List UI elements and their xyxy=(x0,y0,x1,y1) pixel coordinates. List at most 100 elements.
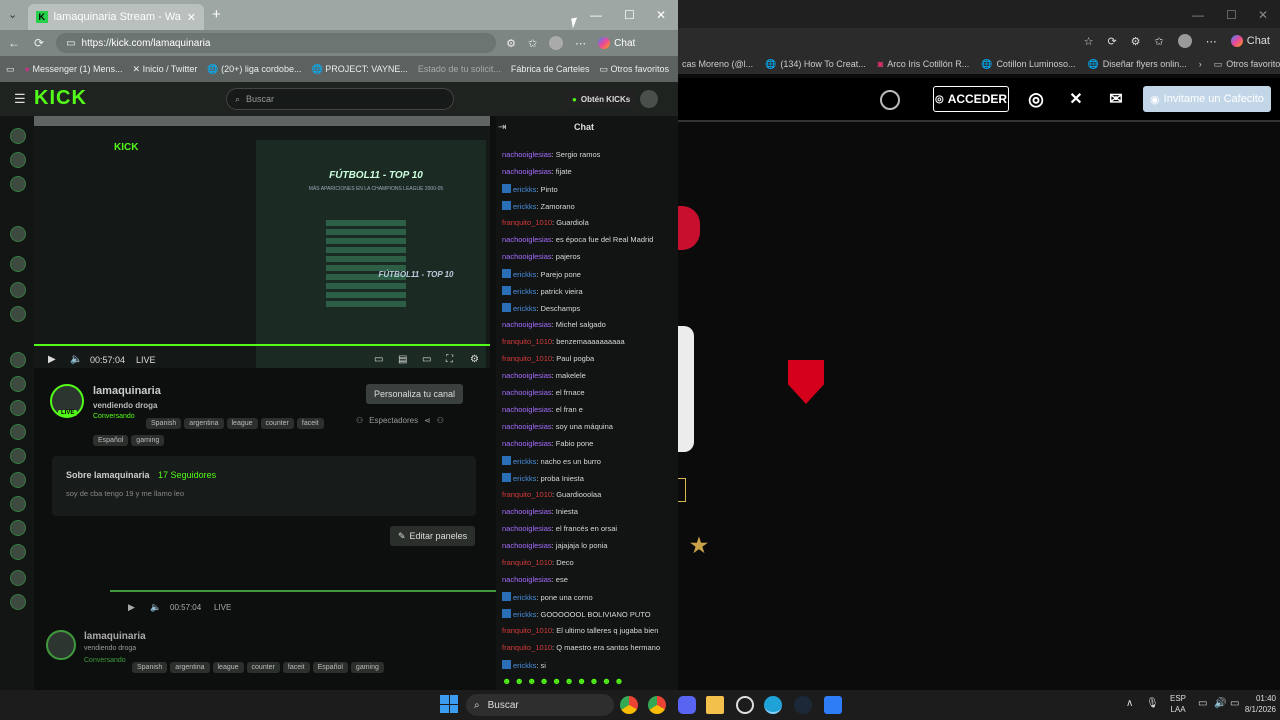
kick-logo[interactable]: KICK xyxy=(34,87,87,110)
sidebar-channel-avatar[interactable] xyxy=(10,448,26,464)
microphone-icon[interactable]: 🎙 xyxy=(1146,698,1159,709)
url-bar[interactable]: ▭ https://kick.com/lamaquinaria xyxy=(56,33,497,53)
language-indicator[interactable]: ESP LAA xyxy=(1170,693,1186,715)
sidebar-channel-avatar[interactable] xyxy=(10,128,26,144)
obs-icon[interactable] xyxy=(736,696,754,714)
profile-avatar[interactable] xyxy=(1177,34,1192,48)
bookmark-item[interactable]: 🌐 Diseñar flyers onlin... xyxy=(1087,59,1186,70)
network-icon[interactable]: ▭ xyxy=(1198,698,1207,709)
chat-username[interactable]: nachooiglesias xyxy=(502,541,552,550)
copilot-chat-button[interactable]: Chat xyxy=(598,37,635,49)
club-crest-icon[interactable] xyxy=(880,90,900,110)
chat-username[interactable]: nachooiglesias xyxy=(502,252,552,261)
bookmark-item[interactable]: ● Messenger (1) Mens... xyxy=(25,64,123,74)
sidebar-channel-avatar[interactable] xyxy=(10,376,26,392)
chat-username[interactable]: erickks xyxy=(513,287,536,296)
chat-username[interactable]: erickks xyxy=(513,270,536,279)
maximize-icon[interactable]: ☐ xyxy=(624,8,635,22)
chat-username[interactable]: franquito_1010 xyxy=(502,354,552,363)
clock[interactable]: 01:40 8/1/2026 xyxy=(1234,693,1276,715)
edit-panels-button[interactable]: ✎ Editar paneles xyxy=(390,526,476,546)
tag[interactable]: Español xyxy=(93,435,129,446)
mail-icon[interactable]: ✉ xyxy=(1104,86,1128,112)
progress-bar[interactable] xyxy=(34,344,490,346)
chat-username[interactable]: erickks xyxy=(513,185,536,194)
sidebar-channel-avatar[interactable] xyxy=(10,472,26,488)
sidebar-channel-avatar[interactable] xyxy=(10,570,26,586)
bookmark-item[interactable]: 🌐 (134) How To Creat... xyxy=(765,59,866,70)
bookmark-folder[interactable]: ▭ Otros favoritos xyxy=(599,64,669,75)
sidebar-channel-avatar[interactable] xyxy=(10,352,26,368)
chat-username[interactable]: erickks xyxy=(513,593,536,602)
refresh-icon[interactable]: ⟳ xyxy=(1107,35,1116,48)
windows-start-icon[interactable] xyxy=(440,695,458,713)
clip-icon[interactable]: ▤ xyxy=(398,354,407,365)
sidebar-channel-avatar[interactable] xyxy=(10,256,26,272)
chat-username[interactable]: nachooiglesias xyxy=(502,507,552,516)
chat-username[interactable]: nachooiglesias xyxy=(502,439,552,448)
sidebar-channel-avatar[interactable] xyxy=(10,424,26,440)
tag[interactable]: league xyxy=(226,418,258,429)
bookmark-item[interactable]: cas Moreno (@l... xyxy=(682,59,753,69)
chat-username[interactable]: nachooiglesias xyxy=(502,167,552,176)
chat-username[interactable]: franquito_1010 xyxy=(502,558,552,567)
emote-row[interactable]: ☻☻☻☻☻☻☻☻☻☻ xyxy=(502,676,672,688)
settings-icon[interactable]: ⚙ xyxy=(470,354,479,365)
app-icon[interactable] xyxy=(824,696,842,714)
personalize-button[interactable]: Personaliza tu canal xyxy=(366,384,464,404)
chat-username[interactable]: erickks xyxy=(513,474,536,483)
get-kicks-button[interactable]: ● Obtén KICKs xyxy=(566,90,637,108)
favorites-icon[interactable]: ✩ xyxy=(1155,35,1164,48)
chat-username[interactable]: franquito_1010 xyxy=(502,337,552,346)
maximize-icon[interactable]: ☐ xyxy=(1226,8,1237,22)
channel-name[interactable]: lamaquinaria xyxy=(93,385,161,397)
menu-icon[interactable]: ☰ xyxy=(14,91,26,107)
sidebar-channel-avatar[interactable] xyxy=(10,282,26,298)
share-icon[interactable]: ⋖ xyxy=(424,416,431,425)
chat-username[interactable]: nachooiglesias xyxy=(502,388,552,397)
back-icon[interactable]: ← xyxy=(8,36,20,50)
chat-username[interactable]: nachooiglesias xyxy=(502,422,552,431)
tag[interactable]: faceit xyxy=(296,418,324,429)
chat-username[interactable]: erickks xyxy=(513,610,536,619)
bookmark-item[interactable]: ◙ Arco Iris Cotillón R... xyxy=(878,59,969,69)
volume-icon[interactable]: 🔊 xyxy=(1214,698,1226,709)
steam-icon[interactable] xyxy=(794,696,812,714)
sidebar-channel-avatar[interactable] xyxy=(10,496,26,512)
sidebar-channel-avatar[interactable] xyxy=(10,152,26,168)
sidebar-channel-avatar[interactable] xyxy=(10,544,26,560)
kick-search-input[interactable]: ⌕ Buscar xyxy=(226,88,454,110)
file-explorer-icon[interactable] xyxy=(706,696,724,714)
extensions-icon[interactable]: ⚙ xyxy=(1131,35,1141,48)
chat-username[interactable]: erickks xyxy=(513,202,536,211)
chat-username[interactable]: erickks xyxy=(513,661,536,670)
sidebar-channel-avatar[interactable] xyxy=(10,226,26,242)
extensions-icon[interactable]: ⚙ xyxy=(506,37,516,50)
bookmark-item[interactable]: Fábrica de Carteles xyxy=(511,64,590,74)
minimize-icon[interactable]: — xyxy=(1192,8,1204,22)
bookmark-folder[interactable]: ▭ Otros favoritos xyxy=(1214,59,1280,70)
favorite-star-icon[interactable]: ☆ xyxy=(1084,35,1094,48)
chrome-profile-icon[interactable] xyxy=(648,696,666,714)
x-twitter-icon[interactable]: ✕ xyxy=(1066,86,1086,112)
copilot-chat-button[interactable]: Chat xyxy=(1230,35,1270,47)
tag[interactable]: counter xyxy=(260,418,294,429)
theater-icon[interactable]: ▭ xyxy=(422,354,431,365)
more-icon[interactable]: ⋯ xyxy=(575,37,586,50)
chat-username[interactable]: franquito_1010 xyxy=(502,626,552,635)
chat-username[interactable]: franquito_1010 xyxy=(502,490,552,499)
more-icon[interactable]: ⋯ xyxy=(1206,35,1217,48)
volume-icon[interactable]: 🔈 xyxy=(70,354,82,365)
discord-icon[interactable] xyxy=(678,696,696,714)
pip-icon[interactable]: ▭ xyxy=(374,354,383,365)
chat-username[interactable]: nachooiglesias xyxy=(502,575,552,584)
bookmark-item[interactable]: 🌐 PROJECT: VAYNE... xyxy=(311,64,407,75)
close-icon[interactable]: ✕ xyxy=(1258,8,1268,22)
chat-username[interactable]: franquito_1010 xyxy=(502,218,552,227)
profile-avatar[interactable] xyxy=(549,36,564,50)
bookmark-item[interactable]: Estado de tu solicit... xyxy=(418,64,501,74)
chat-username[interactable]: nachooiglesias xyxy=(502,320,552,329)
chat-username[interactable]: erickks xyxy=(513,304,536,313)
chevron-right-icon[interactable]: › xyxy=(1199,59,1202,69)
tray-chevron-icon[interactable]: ∧ xyxy=(1126,698,1133,709)
